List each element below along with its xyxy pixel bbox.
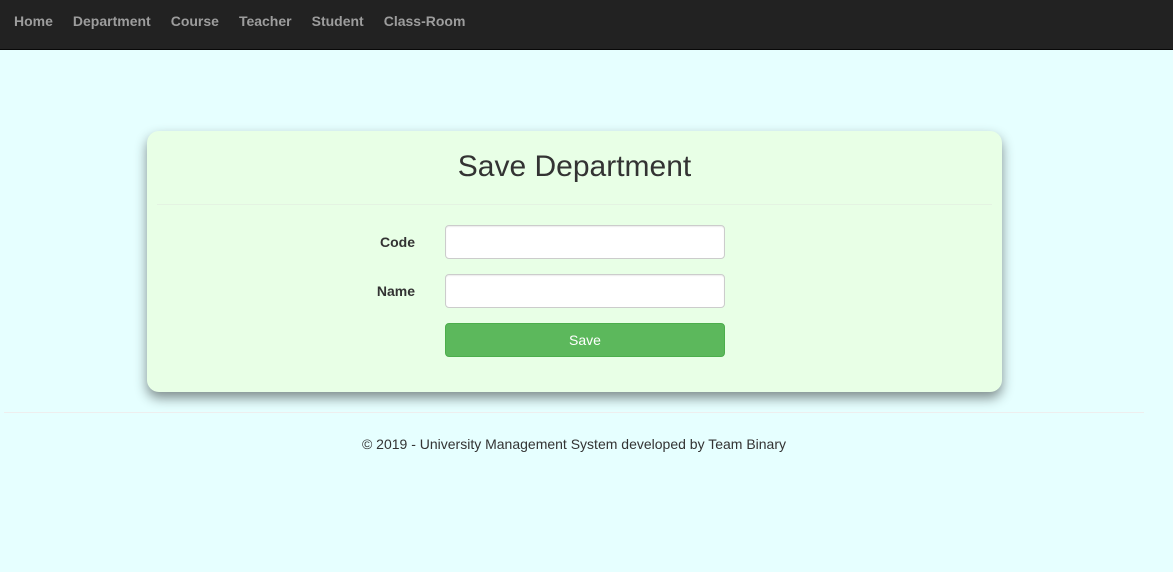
top-navbar: Home Department Course Teacher Student C…: [0, 0, 1173, 50]
name-label: Name: [376, 283, 415, 299]
save-button[interactable]: Save: [445, 323, 725, 357]
nav-item-student[interactable]: Student: [312, 13, 364, 29]
name-input[interactable]: [445, 274, 725, 308]
nav-item-class-room[interactable]: Class-Room: [384, 13, 466, 29]
footer-divider: [4, 412, 1144, 413]
page-title: Save Department: [457, 150, 692, 183]
code-label: Code: [380, 234, 415, 250]
nav-item-department[interactable]: Department: [73, 13, 151, 29]
title-divider: [157, 204, 992, 205]
footer-copyright: © 2019 - University Management System de…: [361, 436, 787, 452]
nav-item-home[interactable]: Home: [14, 13, 53, 29]
code-input[interactable]: [445, 225, 725, 259]
save-department-card: Save Department Code Name Save: [147, 131, 1002, 392]
nav-item-teacher[interactable]: Teacher: [239, 13, 292, 29]
nav-menu: Home Department Course Teacher Student C…: [0, 0, 1173, 42]
nav-item-course[interactable]: Course: [171, 13, 219, 29]
